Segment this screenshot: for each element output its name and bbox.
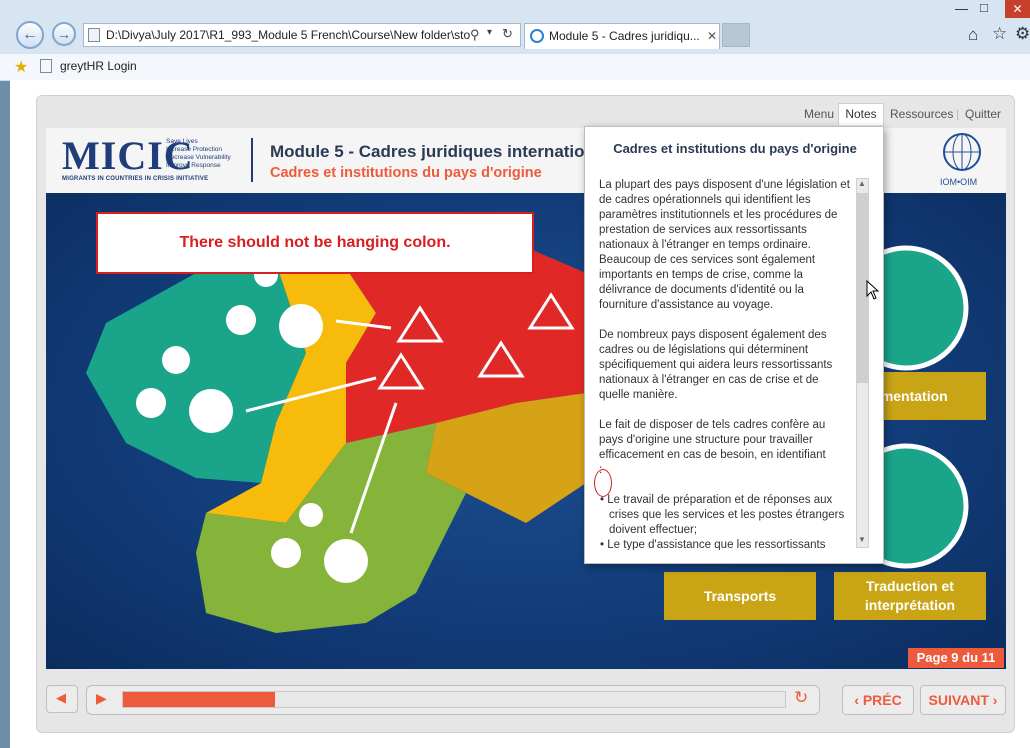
annotation-circle xyxy=(594,469,612,497)
speaker-icon: ◀ xyxy=(56,690,66,705)
favorites-bar xyxy=(0,54,1030,81)
refresh-icon[interactable]: ↻ xyxy=(502,26,513,42)
next-button[interactable]: SUIVANT › xyxy=(920,685,1006,715)
minimize-icon[interactable]: — xyxy=(955,1,968,16)
close-tab-icon[interactable]: ✕ xyxy=(707,24,717,48)
review-callout: There should not be hanging colon. xyxy=(96,212,534,274)
translation-tile[interactable]: Traduction et interprétation xyxy=(834,572,986,620)
hanging-colon: : xyxy=(599,464,603,476)
tagline-line: Improve Response xyxy=(166,162,221,169)
notes-paragraph: La plupart des pays disposent d'une légi… xyxy=(599,179,850,311)
list-item-text: Le travail de préparation et de réponses… xyxy=(607,494,845,536)
favorite-greythr-link[interactable]: greytHR Login xyxy=(60,59,137,73)
iom-logo-icon xyxy=(943,133,981,171)
maximize-icon[interactable]: □ xyxy=(980,0,988,15)
prev-label: PRÉC xyxy=(862,692,902,708)
micic-subtitle: MIGRANTS IN COUNTRIES IN CRISIS INITIATI… xyxy=(62,176,209,182)
gear-icon[interactable]: ⚙ xyxy=(1015,24,1030,44)
notes-tab[interactable]: Notes xyxy=(838,103,884,125)
cursor-icon xyxy=(866,280,880,300)
search-icon[interactable]: ⚲ xyxy=(470,27,480,43)
list-item: • Le travail de préparation et de répons… xyxy=(600,494,845,536)
micic-tagline: Save Lives Increase Protection Decrease … xyxy=(166,138,231,170)
menu-link[interactable]: Menu xyxy=(804,107,834,121)
notes-body: La plupart des pays disposent d'une légi… xyxy=(599,178,851,550)
list-item: • Le type d'assistance que les ressortis… xyxy=(600,539,826,550)
notes-paragraph: De nombreux pays disposent également des… xyxy=(599,329,833,401)
resources-link[interactable]: Ressources xyxy=(890,107,953,121)
slide-subtitle: Cadres et institutions du pays d'origine xyxy=(270,165,542,181)
replay-icon[interactable]: ↻ xyxy=(794,688,808,708)
tab-module5[interactable]: Module 5 - Cadres juridiqu... ✕ xyxy=(524,23,720,49)
notes-list: • Le travail de préparation et de répons… xyxy=(599,493,851,550)
scroll-down-icon[interactable]: ▼ xyxy=(858,535,866,544)
header-divider xyxy=(251,138,253,182)
progress-fill xyxy=(123,692,275,707)
address-bar[interactable]: D:\Divya\July 2017\R1_993_Module 5 Frenc… xyxy=(83,23,521,47)
notes-title: Cadres et institutions du pays d'origine xyxy=(613,141,857,156)
back-button[interactable]: ← xyxy=(16,21,44,49)
transports-tile[interactable]: Transports xyxy=(664,572,816,620)
next-label: SUIVANT xyxy=(928,692,989,708)
favorites-star-icon[interactable]: ☆ xyxy=(992,24,1007,44)
tagline-line: Increase Protection xyxy=(166,146,223,153)
forward-button[interactable]: → xyxy=(52,22,76,46)
list-item-text: Le type d'assistance que les ressortissa… xyxy=(607,539,826,550)
iom-label: IOM•OIM xyxy=(940,177,978,187)
prev-button[interactable]: ‹ PRÉC xyxy=(842,685,914,715)
close-window-icon[interactable]: ✕ xyxy=(1005,0,1030,18)
notes-panel: Cadres et institutions du pays d'origine… xyxy=(584,126,884,564)
page-icon xyxy=(88,28,100,42)
nav-divider: | xyxy=(956,107,960,121)
tagline-line: Save Lives xyxy=(166,138,198,145)
notes-paragraph: Le fait de disposer de tels cadres confè… xyxy=(599,419,826,461)
scroll-up-icon[interactable]: ▲ xyxy=(858,179,866,188)
play-icon[interactable]: ▶ xyxy=(96,690,107,707)
ie-icon xyxy=(530,29,544,43)
dropdown-icon[interactable]: ▾ xyxy=(487,27,492,38)
module-title: Module 5 - Cadres juridiques internation xyxy=(270,142,595,161)
favorites-icon[interactable]: ★ xyxy=(14,57,28,77)
page-icon xyxy=(40,59,52,73)
address-text: D:\Divya\July 2017\R1_993_Module 5 Frenc… xyxy=(106,28,471,42)
quit-link[interactable]: Quitter xyxy=(965,107,1001,121)
tab-title: Module 5 - Cadres juridiqu... xyxy=(549,29,700,43)
volume-button[interactable]: ◀ xyxy=(46,685,78,713)
tagline-line: Decrease Vulnerability xyxy=(166,154,231,161)
home-icon[interactable]: ⌂ xyxy=(968,25,978,45)
page-indicator: Page 9 du 11 xyxy=(908,648,1004,668)
new-tab-button[interactable] xyxy=(722,23,750,47)
